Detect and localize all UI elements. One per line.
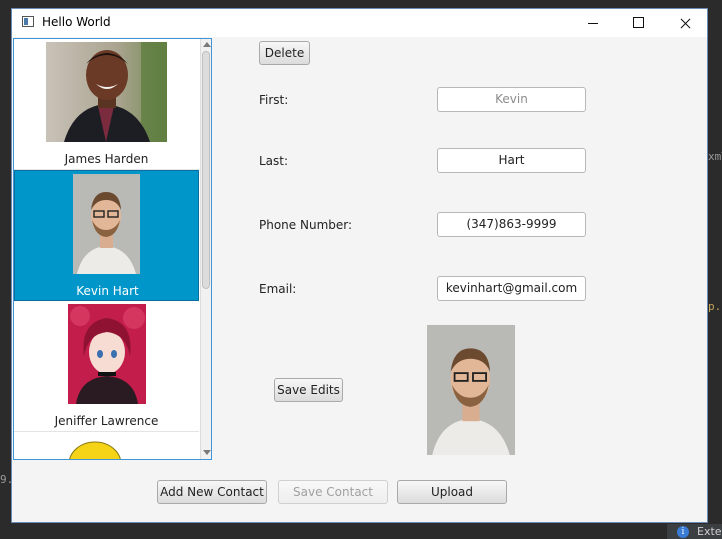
anime-girl-photo xyxy=(68,304,146,404)
contact-list-item[interactable]: Jeniffer Lawrence xyxy=(14,301,199,432)
save-contact-button[interactable]: Save Contact xyxy=(278,480,388,504)
contact-name: James Harden xyxy=(64,152,149,166)
scroll-down-arrow-icon[interactable] xyxy=(203,450,211,455)
close-button[interactable] xyxy=(662,9,708,37)
app-window: Hello World James Harden Kevin Hart Jeni… xyxy=(11,8,708,523)
list-scrollbar[interactable] xyxy=(200,39,211,459)
upload-button[interactable]: Upload xyxy=(397,480,507,504)
last-name-field[interactable]: Hart xyxy=(437,148,586,173)
title-bar[interactable]: Hello World xyxy=(12,9,707,37)
contact-list-item[interactable]: Kevin Hart xyxy=(14,170,199,301)
phone-label: Phone Number: xyxy=(259,218,353,232)
save-edits-button[interactable]: Save Edits xyxy=(274,378,343,402)
ide-status-text: Exte xyxy=(697,525,722,538)
last-label: Last: xyxy=(259,154,289,168)
minimize-button[interactable] xyxy=(570,9,616,37)
scroll-thumb[interactable] xyxy=(202,51,210,289)
first-name-field[interactable]: Kevin xyxy=(437,87,586,112)
bearded-man-photo xyxy=(73,174,140,274)
contact-list[interactable]: James Harden Kevin Hart Jeniffer Lawrenc… xyxy=(13,38,212,460)
contact-list-item[interactable]: James Harden xyxy=(14,39,199,170)
cartoon-photo xyxy=(32,434,182,459)
ide-status-bar[interactable]: i Exte xyxy=(667,524,722,539)
delete-button[interactable]: Delete xyxy=(259,41,310,65)
window-title: Hello World xyxy=(42,15,111,29)
ide-code-fragment: xmT xyxy=(708,150,722,163)
ide-background-strip xyxy=(0,0,722,8)
smiling-man-photo xyxy=(46,42,167,142)
app-icon xyxy=(22,16,34,27)
add-new-contact-button[interactable]: Add New Contact xyxy=(157,480,267,504)
contact-photo xyxy=(427,325,515,455)
maximize-button[interactable] xyxy=(616,9,662,37)
first-label: First: xyxy=(259,93,289,107)
contact-list-item[interactable] xyxy=(14,432,199,459)
scroll-up-arrow-icon[interactable] xyxy=(203,42,211,47)
phone-field[interactable]: (347)863-9999 xyxy=(437,212,586,237)
email-label: Email: xyxy=(259,282,297,296)
ide-code-fragment: p. xyxy=(708,300,722,313)
contact-name: Kevin Hart xyxy=(76,284,139,298)
contact-name: Jeniffer Lawrence xyxy=(54,414,159,428)
email-field[interactable]: kevinhart@gmail.com xyxy=(437,276,586,301)
info-icon: i xyxy=(677,526,689,538)
